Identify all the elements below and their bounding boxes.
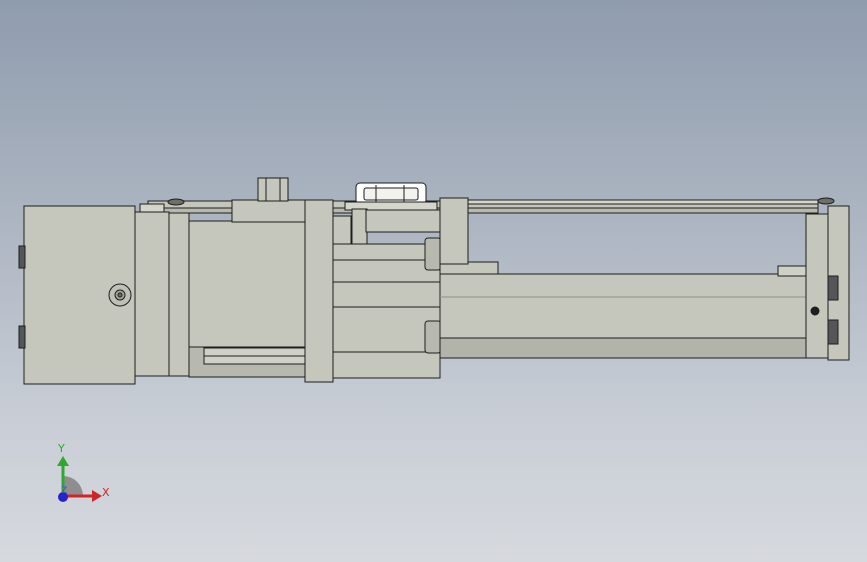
z-axis-label: Z <box>61 486 68 496</box>
x-axis-label: X <box>102 486 110 499</box>
end-plate <box>805 197 850 361</box>
actuator-model[interactable] <box>0 0 867 562</box>
sensor-bracket <box>344 182 441 245</box>
coupling-housing <box>188 199 334 383</box>
motor-block <box>18 205 136 385</box>
motor-flange <box>134 198 190 377</box>
cad-viewport[interactable]: Y X Z <box>0 0 867 562</box>
guide-rod <box>439 265 819 359</box>
x-axis-arrow-icon <box>92 490 102 502</box>
cable-connector <box>257 177 289 202</box>
y-axis-arrow-icon <box>57 456 69 466</box>
y-axis-label: Y <box>58 442 65 455</box>
